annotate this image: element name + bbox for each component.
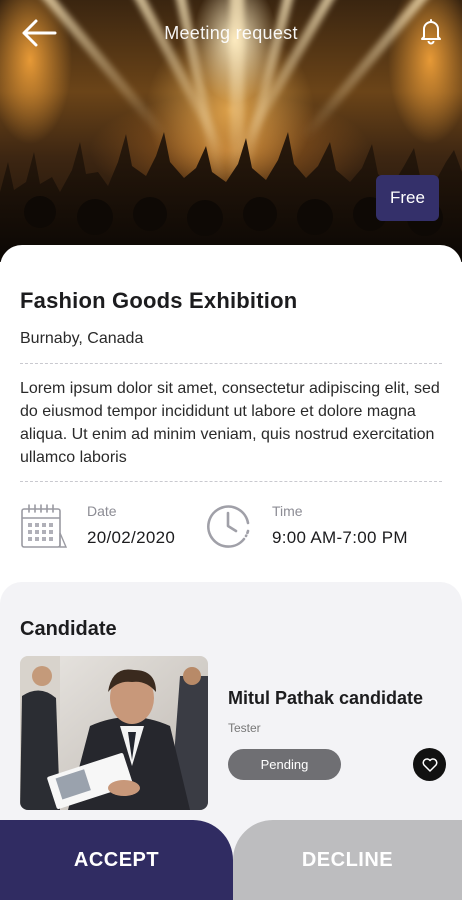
candidate-heading: Candidate [20,618,117,640]
clock-icon [207,505,250,548]
status-badge: Pending [228,749,341,780]
divider [20,363,442,364]
decline-button[interactable]: DECLINE [233,820,462,900]
event-description: Lorem ipsum dolor sit amet, consectetur … [20,380,440,466]
candidate-avatar [20,656,208,810]
top-bar: Meeting request [0,0,462,66]
back-button[interactable] [20,18,58,48]
date-value: 20/02/2020 [87,528,176,547]
candidate-role: Tester [228,721,261,735]
favorite-button[interactable] [413,748,446,781]
time-label: Time [272,503,303,519]
event-location: Burnaby, Canada [20,330,144,347]
candidate-photo [20,656,208,810]
accept-button[interactable]: ACCEPT [0,820,233,900]
event-hero-image: Meeting request Free [0,0,462,262]
candidate-name: Mitul Pathak candidate [228,688,424,708]
event-title: Fashion Goods Exhibition [20,288,298,313]
divider [20,481,442,482]
calendar-icon [21,504,68,548]
bell-icon [421,19,441,45]
notifications-button[interactable] [416,16,446,46]
heart-icon [422,757,437,772]
arrow-left-icon [22,19,57,47]
price-badge: Free [376,175,439,221]
time-value: 9:00 AM-7:00 PM [272,528,408,547]
date-label: Date [87,503,117,519]
page-title: Meeting request [164,22,298,43]
